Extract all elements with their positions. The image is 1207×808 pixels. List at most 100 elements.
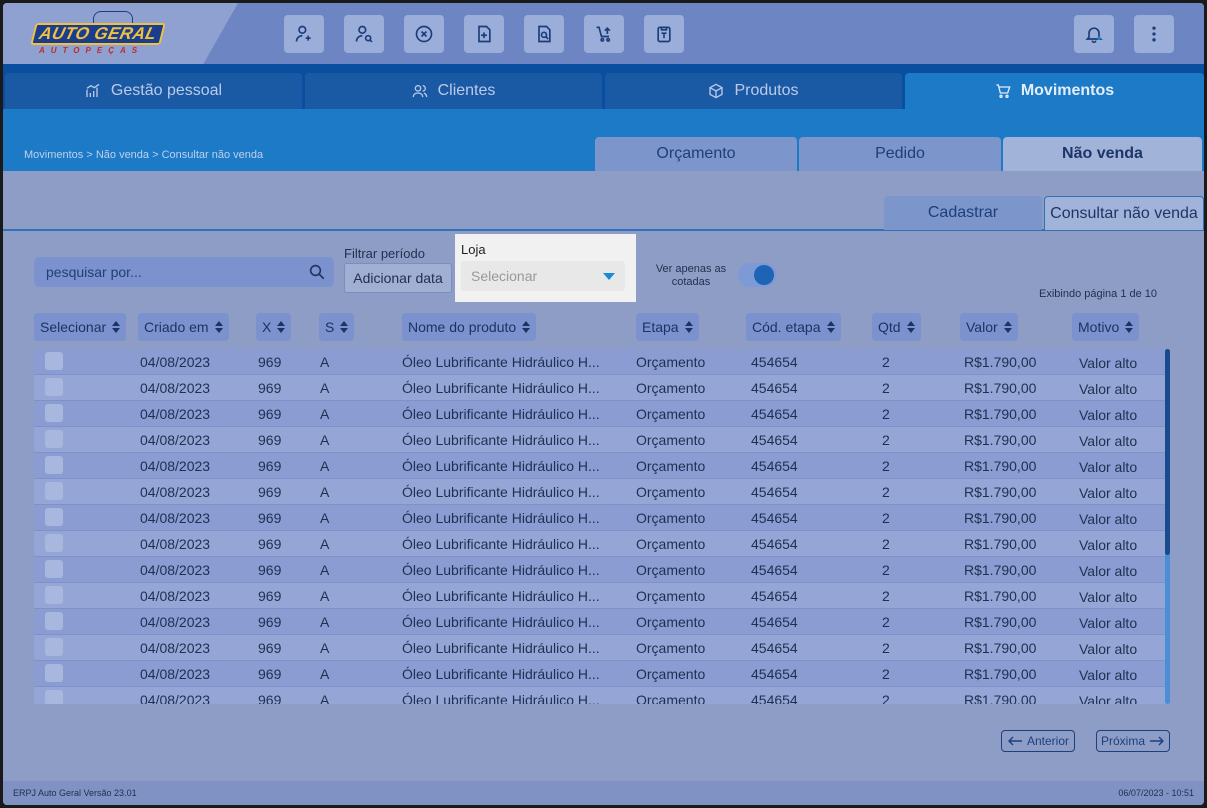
cell-value: R$1.790,00 xyxy=(964,380,1037,396)
next-page-button[interactable]: Próxima xyxy=(1096,730,1170,752)
row-checkbox[interactable] xyxy=(45,612,63,630)
table-row[interactable]: 04/08/2023 969 A Óleo Lubrificante Hidráuli… xyxy=(34,375,1167,401)
sort-icon xyxy=(112,321,121,333)
logo[interactable]: AUTO GERAL AUTOPEÇAS xyxy=(30,11,166,57)
cell-product-name: Óleo Lubrificante Hidráulico H... xyxy=(402,666,600,682)
cell-stage-code: 454654 xyxy=(751,536,798,552)
cell-x: 969 xyxy=(258,588,282,604)
sort-icon xyxy=(906,321,915,333)
row-checkbox[interactable] xyxy=(45,690,63,704)
tab-label: Gestão pessoal xyxy=(110,82,223,99)
notifications-button[interactable] xyxy=(1074,15,1114,53)
table-row[interactable]: 04/08/2023 969 A Óleo Lubrificante Hidráuli… xyxy=(34,531,1167,557)
search-document-button[interactable] xyxy=(524,15,564,53)
col-header-criado-em[interactable]: Criado em xyxy=(138,313,229,341)
cell-reason: Valor alto xyxy=(1079,563,1138,579)
col-header-qtd[interactable]: Qtd xyxy=(872,313,921,341)
cancel-button[interactable] xyxy=(404,15,444,53)
tab-clientes[interactable]: Clientes xyxy=(305,73,602,109)
cell-s: A xyxy=(320,692,330,704)
cell-stage: Orçamento xyxy=(636,666,706,682)
cell-s: A xyxy=(320,432,330,448)
more-options-button[interactable] xyxy=(1134,15,1174,53)
version-text: ERPJ Auto Geral Versão 23.01 xyxy=(13,788,137,798)
table-scrollbar[interactable] xyxy=(1165,349,1170,704)
cell-stage-code: 454654 xyxy=(751,380,798,396)
tab-gestao-pessoal[interactable]: Gestão pessoal xyxy=(5,73,302,109)
quoted-only-toggle[interactable] xyxy=(738,263,776,287)
row-checkbox[interactable] xyxy=(45,456,63,474)
table-row[interactable]: 04/08/2023 969 A Óleo Lubrificante Hidráuli… xyxy=(34,583,1167,609)
main-tabs: Gestão pessoal Clientes Produtos Movimen… xyxy=(3,64,1204,109)
cell-stage-code: 454654 xyxy=(751,432,798,448)
col-header-valor[interactable]: Valor xyxy=(960,313,1018,341)
search-placeholder: pesquisar por... xyxy=(46,264,142,280)
col-header-s[interactable]: S xyxy=(319,313,355,341)
row-checkbox[interactable] xyxy=(45,638,63,656)
col-header-x[interactable]: X xyxy=(256,313,292,341)
tab-cadastrar[interactable]: Cadastrar xyxy=(884,196,1042,230)
add-user-button[interactable] xyxy=(284,15,324,53)
table-row[interactable]: 04/08/2023 969 A Óleo Lubrificante Hidráuli… xyxy=(34,349,1167,375)
cell-value: R$1.790,00 xyxy=(964,510,1037,526)
row-checkbox[interactable] xyxy=(45,560,63,578)
col-header-cod-etapa[interactable]: Cód. etapa xyxy=(746,313,841,341)
search-icon[interactable] xyxy=(308,263,326,281)
row-checkbox[interactable] xyxy=(45,586,63,604)
col-header-nome-produto[interactable]: Nome do produto xyxy=(402,313,537,341)
add-date-button[interactable]: Adicionar data xyxy=(344,263,452,293)
table-row[interactable]: 04/08/2023 969 A Óleo Lubrificante Hidráuli… xyxy=(34,687,1167,704)
col-header-etapa[interactable]: Etapa xyxy=(636,313,699,341)
table-row[interactable]: 04/08/2023 969 A Óleo Lubrificante Hidráuli… xyxy=(34,609,1167,635)
cell-created-date: 04/08/2023 xyxy=(140,406,211,422)
row-checkbox[interactable] xyxy=(45,534,63,552)
cell-x: 969 xyxy=(258,484,282,500)
table-row[interactable]: 04/08/2023 969 A Óleo Lubrificante Hidráuli… xyxy=(34,401,1167,427)
col-header-selecionar[interactable]: Selecionar xyxy=(34,313,127,341)
add-document-icon xyxy=(478,25,491,43)
cell-reason: Valor alto xyxy=(1079,407,1138,423)
row-checkbox[interactable] xyxy=(45,482,63,500)
cart-transfer-button[interactable] xyxy=(584,15,624,53)
previous-page-button[interactable]: Anterior xyxy=(1001,730,1075,752)
add-document-button[interactable] xyxy=(464,15,504,53)
cell-x: 969 xyxy=(258,432,282,448)
cell-reason: Valor alto xyxy=(1079,589,1138,605)
table-row[interactable]: 04/08/2023 969 A Óleo Lubrificante Hidráuli… xyxy=(34,635,1167,661)
store-select[interactable]: Selecionar xyxy=(461,261,625,291)
row-checkbox[interactable] xyxy=(45,404,63,422)
tab-label: Cadastrar xyxy=(927,204,999,221)
table-row[interactable]: 04/08/2023 969 A Óleo Lubrificante Hidráuli… xyxy=(34,661,1167,687)
row-checkbox[interactable] xyxy=(45,430,63,448)
table-row[interactable]: 04/08/2023 969 A Óleo Lubrificante Hidráuli… xyxy=(34,505,1167,531)
cell-value: R$1.790,00 xyxy=(964,536,1037,552)
search-user-button[interactable] xyxy=(344,15,384,53)
sort-icon xyxy=(214,321,223,333)
scrollbar-thumb[interactable] xyxy=(1165,349,1170,555)
search-input[interactable]: pesquisar por... xyxy=(34,257,334,287)
tab-produtos[interactable]: Produtos xyxy=(605,73,902,109)
tab-nao-venda[interactable]: Não venda xyxy=(1003,137,1202,171)
cell-reason: Valor alto xyxy=(1079,615,1138,631)
row-checkbox[interactable] xyxy=(45,352,63,370)
table-row[interactable]: 04/08/2023 969 A Óleo Lubrificante Hidráuli… xyxy=(34,453,1167,479)
tab-consultar-nao-venda[interactable]: Consultar não venda xyxy=(1044,196,1204,230)
chart-line-icon xyxy=(86,83,100,97)
search-user-icon xyxy=(355,25,373,43)
col-header-motivo[interactable]: Motivo xyxy=(1072,313,1140,341)
row-checkbox[interactable] xyxy=(45,508,63,526)
cell-value: R$1.790,00 xyxy=(964,692,1037,704)
tab-movimentos[interactable]: Movimentos xyxy=(905,73,1204,109)
cell-stage: Orçamento xyxy=(636,588,706,604)
row-checkbox[interactable] xyxy=(45,378,63,396)
table-row[interactable]: 04/08/2023 969 A Óleo Lubrificante Hidráuli… xyxy=(34,479,1167,505)
table-row[interactable]: 04/08/2023 969 A Óleo Lubrificante Hidráuli… xyxy=(34,427,1167,453)
table-body: 04/08/2023 969 A Óleo Lubrificante Hidráuli… xyxy=(34,349,1167,704)
table-row[interactable]: 04/08/2023 969 A Óleo Lubrificante Hidráuli… xyxy=(34,557,1167,583)
tab-orcamento[interactable]: Orçamento xyxy=(595,137,797,171)
cell-product-name: Óleo Lubrificante Hidráulico H... xyxy=(402,640,600,656)
tab-pedido[interactable]: Pedido xyxy=(799,137,1001,171)
clipboard-button[interactable] xyxy=(644,15,684,53)
row-checkbox[interactable] xyxy=(45,664,63,682)
col-header-label: Criado em xyxy=(144,319,209,335)
